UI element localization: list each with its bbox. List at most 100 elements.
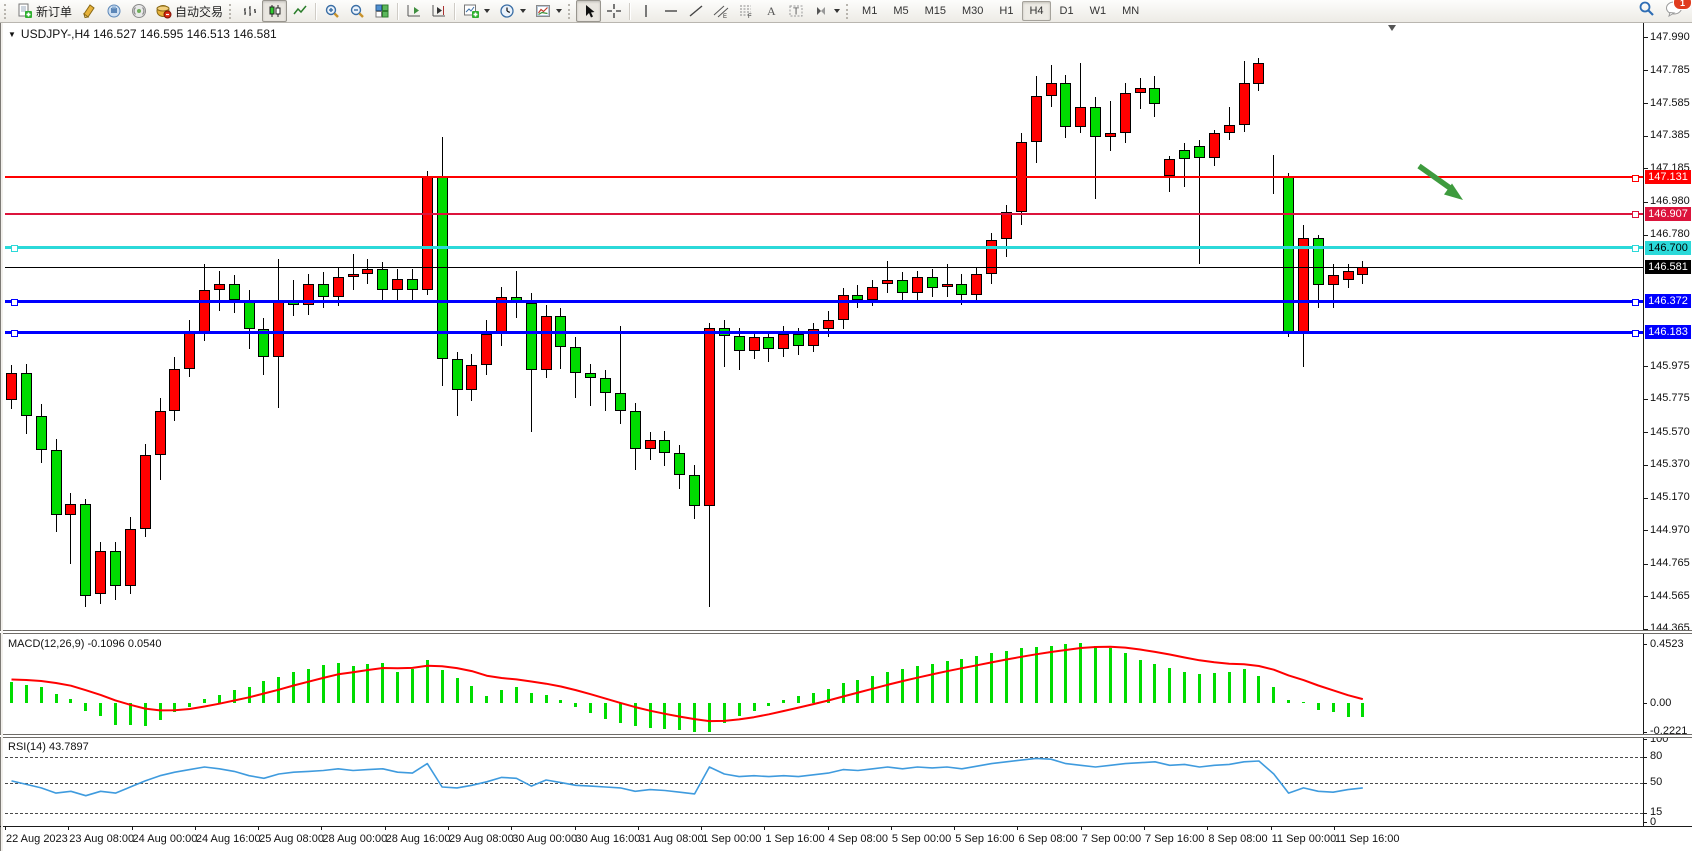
date-label[interactable]: 25 Aug 08:00 [259, 833, 324, 845]
price-tick-label[interactable]: 144.565 [1650, 590, 1690, 602]
date-label[interactable]: 4 Sep 08:00 [829, 833, 888, 845]
pane-divider[interactable] [0, 630, 1692, 634]
date-label[interactable]: 24 Aug 16:00 [196, 833, 261, 845]
chart-shift-button[interactable] [426, 0, 451, 22]
new-order-button[interactable]: 新订单 [12, 0, 76, 22]
price-tick-label[interactable]: 145.370 [1650, 458, 1690, 470]
candle-body [140, 455, 151, 528]
bar-chart-button[interactable] [237, 0, 262, 22]
hline-handle[interactable] [11, 330, 18, 337]
date-label[interactable]: 7 Sep 00:00 [1082, 833, 1141, 845]
timeframe-M5[interactable]: M5 [886, 1, 915, 21]
arrows-button[interactable] [808, 0, 844, 22]
hline-146.581[interactable] [5, 267, 1643, 268]
price-tick-label[interactable]: 146.980 [1650, 195, 1690, 207]
zoom-in-button[interactable] [319, 0, 344, 22]
timeframe-M15[interactable]: M15 [918, 1, 953, 21]
price-tick-label[interactable]: 147.385 [1650, 129, 1690, 141]
chart-shift-marker[interactable] [1388, 25, 1396, 31]
svg-text:F: F [748, 14, 752, 19]
date-label[interactable]: 23 Aug 08:00 [69, 833, 134, 845]
hline-146.183[interactable] [5, 331, 1643, 334]
chevron-down-icon[interactable]: ▼ [8, 30, 16, 39]
timeframe-H1[interactable]: H1 [992, 1, 1020, 21]
candle-body [600, 378, 611, 393]
tile-windows-button[interactable] [369, 0, 394, 22]
trendline-button[interactable] [683, 0, 708, 22]
pane-divider[interactable] [0, 734, 1692, 738]
autotrading-button[interactable]: 自动交易 [151, 0, 227, 22]
periods-button[interactable] [494, 0, 530, 22]
hline-146.700[interactable] [5, 246, 1643, 249]
metaeditor-button[interactable] [101, 0, 126, 22]
text-label-button[interactable]: T [783, 0, 808, 22]
date-label[interactable]: 30 Aug 00:00 [512, 833, 577, 845]
text-button[interactable]: A [758, 0, 783, 22]
price-tick-label[interactable]: 147.585 [1650, 97, 1690, 109]
price-tick-label[interactable]: 145.975 [1650, 360, 1690, 372]
hline-handle[interactable] [11, 245, 18, 252]
fibonacci-button[interactable]: F [733, 0, 758, 22]
price-tick-label[interactable]: 146.780 [1650, 228, 1690, 240]
hline-handle[interactable] [1632, 175, 1639, 182]
date-label[interactable]: 29 Aug 08:00 [449, 833, 514, 845]
profiles-button[interactable] [76, 0, 101, 22]
hline-handle[interactable] [1632, 211, 1639, 218]
date-label[interactable]: 11 Sep 16:00 [1335, 833, 1400, 845]
cursor-button[interactable] [576, 0, 601, 22]
date-label[interactable]: 28 Aug 00:00 [322, 833, 387, 845]
date-label[interactable]: 31 Aug 08:00 [639, 833, 704, 845]
chart-forward-button[interactable] [401, 0, 426, 22]
indicators-button[interactable] [530, 0, 566, 22]
hline-handle[interactable] [1632, 299, 1639, 306]
hline-handle[interactable] [11, 299, 18, 306]
line-chart-button[interactable] [287, 0, 312, 22]
notifications-button[interactable]: 1 [1665, 0, 1684, 22]
date-tick [1271, 827, 1272, 830]
price-tick-label[interactable]: 145.570 [1650, 426, 1690, 438]
timeframe-H4[interactable]: H4 [1022, 1, 1050, 21]
price-tick-label[interactable]: 145.170 [1650, 491, 1690, 503]
price-tick-label[interactable]: 145.775 [1650, 392, 1690, 404]
crosshair-button[interactable] [601, 0, 626, 22]
timeframe-W1[interactable]: W1 [1083, 1, 1114, 21]
candlestick-chart-button[interactable] [262, 0, 287, 22]
signals-button[interactable] [126, 0, 151, 22]
new-chart-button[interactable] [458, 0, 494, 22]
price-tick-label[interactable]: 147.990 [1650, 31, 1690, 43]
vertical-line-button[interactable] [633, 0, 658, 22]
price-tick-label[interactable]: 147.785 [1650, 64, 1690, 76]
hline-146.372[interactable] [5, 300, 1643, 303]
date-label[interactable]: 11 Sep 00:00 [1272, 833, 1337, 845]
hline-146.907[interactable] [5, 213, 1643, 215]
date-label[interactable]: 30 Aug 16:00 [576, 833, 641, 845]
date-label[interactable]: 6 Sep 08:00 [1018, 833, 1077, 845]
new-chart-icon [462, 3, 479, 20]
date-label[interactable]: 5 Sep 16:00 [955, 833, 1014, 845]
price-tick [1644, 70, 1648, 71]
hline-147.131[interactable] [5, 176, 1643, 178]
svg-text:E: E [723, 14, 727, 19]
date-label[interactable]: 1 Sep 00:00 [702, 833, 761, 845]
search-icon[interactable] [1638, 0, 1655, 22]
timeframe-M1[interactable]: M1 [855, 1, 884, 21]
date-label[interactable]: 8 Sep 08:00 [1208, 833, 1267, 845]
hline-handle[interactable] [1632, 245, 1639, 252]
price-tick-label[interactable]: 144.970 [1650, 524, 1690, 536]
date-label[interactable]: 28 Aug 16:00 [386, 833, 451, 845]
date-label[interactable]: 24 Aug 00:00 [133, 833, 198, 845]
zoom-out-button[interactable] [344, 0, 369, 22]
date-label[interactable]: 1 Sep 16:00 [765, 833, 824, 845]
timeframe-D1[interactable]: D1 [1053, 1, 1081, 21]
date-label[interactable]: 7 Sep 16:00 [1145, 833, 1204, 845]
channel-button[interactable]: E [708, 0, 733, 22]
timeframe-MN[interactable]: MN [1115, 1, 1146, 21]
price-tick-label[interactable]: 144.765 [1650, 557, 1690, 569]
timeframe-M30[interactable]: M30 [955, 1, 990, 21]
hline-handle[interactable] [1632, 330, 1639, 337]
date-label[interactable]: 5 Sep 00:00 [892, 833, 951, 845]
date-label[interactable]: 22 Aug 2023 [6, 833, 68, 845]
horizontal-line-button[interactable] [658, 0, 683, 22]
chart-window[interactable] [0, 23, 1692, 851]
green-arrow-icon[interactable] [1414, 160, 1472, 208]
